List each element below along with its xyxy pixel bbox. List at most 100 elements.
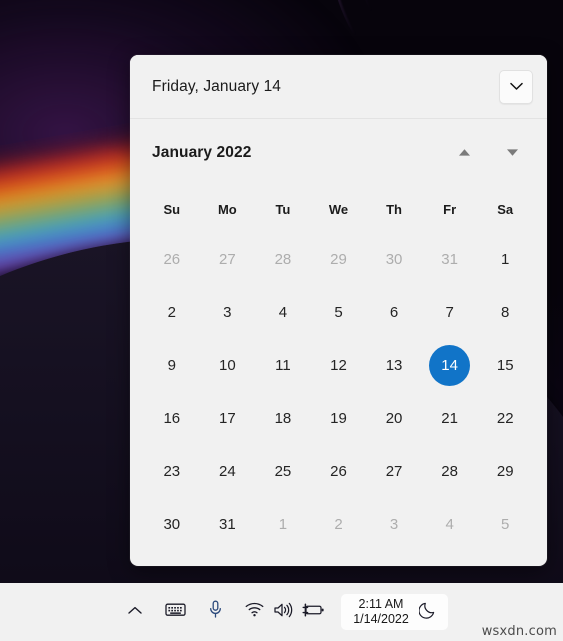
day-button[interactable]: 20 bbox=[374, 398, 415, 439]
calendar-week-row: 9 10 11 12 13 14 15 bbox=[144, 339, 533, 392]
day-cell: 23 bbox=[144, 445, 200, 498]
day-button[interactable]: 3 bbox=[374, 504, 415, 545]
day-cell: 6 bbox=[366, 286, 422, 339]
weekday-fr: Fr bbox=[443, 202, 457, 217]
calendar-week-row: 2345678 bbox=[144, 286, 533, 339]
day-cell: 20 bbox=[366, 392, 422, 445]
day-button[interactable]: 13 bbox=[374, 345, 415, 386]
weekday-th: Th bbox=[386, 202, 402, 217]
previous-month-button[interactable] bbox=[449, 138, 479, 168]
day-cell: 30 bbox=[144, 498, 200, 551]
day-cell: 2 bbox=[144, 286, 200, 339]
day-button[interactable]: 23 bbox=[151, 451, 192, 492]
day-cell: 29 bbox=[311, 233, 367, 286]
day-cell: 22 bbox=[477, 392, 533, 445]
day-cell: 21 bbox=[422, 392, 478, 445]
day-cell: 1 bbox=[477, 233, 533, 286]
day-button[interactable]: 26 bbox=[151, 239, 192, 280]
day-button[interactable]: 5 bbox=[485, 504, 526, 545]
day-button[interactable]: 30 bbox=[374, 239, 415, 280]
clock-button[interactable]: 2:11 AM 1/14/2022 bbox=[341, 593, 448, 631]
day-button[interactable]: 17 bbox=[207, 398, 248, 439]
clock-date: 1/14/2022 bbox=[353, 612, 409, 626]
day-button[interactable]: 3 bbox=[207, 292, 248, 333]
clock-text: 2:11 AM 1/14/2022 bbox=[353, 597, 409, 628]
day-button[interactable]: 16 bbox=[151, 398, 192, 439]
day-button[interactable]: 2 bbox=[151, 292, 192, 333]
day-button[interactable]: 27 bbox=[374, 451, 415, 492]
show-hidden-icons-button[interactable] bbox=[120, 594, 150, 630]
day-cell: 5 bbox=[477, 498, 533, 551]
day-button[interactable]: 30 bbox=[151, 504, 192, 545]
calendar-week-row: 16 17 18 19 20 21 22 bbox=[144, 392, 533, 445]
day-button[interactable]: 5 bbox=[318, 292, 359, 333]
day-button[interactable]: 25 bbox=[262, 451, 303, 492]
day-cell: 27 bbox=[200, 233, 256, 286]
day-button[interactable]: 28 bbox=[429, 451, 470, 492]
day-button[interactable]: 2 bbox=[318, 504, 359, 545]
flyout-header: Friday, January 14 bbox=[130, 55, 547, 119]
day-cell: 17 bbox=[200, 392, 256, 445]
day-button[interactable]: 12 bbox=[318, 345, 359, 386]
calendar-week-row: 23 24 25 26 27 28 29 bbox=[144, 445, 533, 498]
day-button[interactable]: 24 bbox=[207, 451, 248, 492]
weekday-sa: Sa bbox=[497, 202, 514, 217]
caret-down-icon bbox=[506, 144, 519, 162]
day-button[interactable]: 9 bbox=[151, 345, 192, 386]
day-button[interactable]: 1 bbox=[262, 504, 303, 545]
day-cell: 27 bbox=[366, 445, 422, 498]
moon-icon[interactable] bbox=[418, 600, 438, 624]
day-button[interactable]: 10 bbox=[207, 345, 248, 386]
expand-collapse-button[interactable] bbox=[499, 69, 533, 104]
day-cell: 31 bbox=[422, 233, 478, 286]
next-month-button[interactable] bbox=[497, 138, 527, 168]
day-cell: 12 bbox=[311, 339, 367, 392]
day-button[interactable]: 1 bbox=[485, 239, 526, 280]
day-cell: 7 bbox=[422, 286, 478, 339]
day-button[interactable]: 4 bbox=[262, 292, 303, 333]
taskbar: 2:11 AM 1/14/2022 wsxdn.com bbox=[0, 583, 563, 641]
day-button[interactable]: 26 bbox=[318, 451, 359, 492]
touch-keyboard-button[interactable] bbox=[160, 594, 190, 630]
weekday-su: Su bbox=[163, 202, 181, 217]
day-button[interactable]: 22 bbox=[485, 398, 526, 439]
calendar-week-row: 26 27 28 29 30 31 1 bbox=[144, 233, 533, 286]
day-cell: 14 bbox=[422, 339, 478, 392]
day-cell: 28 bbox=[422, 445, 478, 498]
day-button[interactable]: 21 bbox=[429, 398, 470, 439]
day-cell: 16 bbox=[144, 392, 200, 445]
day-button[interactable]: 7 bbox=[429, 292, 470, 333]
keyboard-icon bbox=[165, 602, 186, 622]
calendar-nav-group bbox=[449, 138, 535, 168]
day-button[interactable]: 8 bbox=[485, 292, 526, 333]
battery-charging-icon bbox=[302, 603, 325, 622]
day-button[interactable]: 6 bbox=[374, 292, 415, 333]
day-cell: 18 bbox=[255, 392, 311, 445]
day-button[interactable]: 11 bbox=[262, 345, 303, 386]
day-button[interactable]: 31 bbox=[429, 239, 470, 280]
day-button[interactable]: 4 bbox=[429, 504, 470, 545]
day-cell: 26 bbox=[144, 233, 200, 286]
calendar-flyout: Friday, January 14 January 2022 Su Mo Tu… bbox=[130, 55, 547, 566]
day-button[interactable]: 15 bbox=[485, 345, 526, 386]
day-button[interactable]: 31 bbox=[207, 504, 248, 545]
current-date-title: Friday, January 14 bbox=[152, 77, 282, 95]
day-cell: 15 bbox=[477, 339, 533, 392]
day-button-selected[interactable]: 14 bbox=[429, 345, 471, 386]
day-button[interactable]: 29 bbox=[318, 239, 359, 280]
day-button[interactable]: 28 bbox=[262, 239, 303, 280]
day-cell: 3 bbox=[366, 498, 422, 551]
day-button[interactable]: 27 bbox=[207, 239, 248, 280]
day-button[interactable]: 18 bbox=[262, 398, 303, 439]
day-button[interactable]: 29 bbox=[485, 451, 526, 492]
day-cell: 8 bbox=[477, 286, 533, 339]
wifi-icon bbox=[245, 602, 264, 622]
caret-up-icon bbox=[458, 144, 471, 162]
month-year-label[interactable]: January 2022 bbox=[152, 144, 251, 162]
quick-settings-button[interactable] bbox=[239, 594, 331, 630]
day-button[interactable]: 19 bbox=[318, 398, 359, 439]
day-cell: 24 bbox=[200, 445, 256, 498]
day-cell: 9 bbox=[144, 339, 200, 392]
microphone-button[interactable] bbox=[200, 594, 230, 630]
day-cell: 25 bbox=[255, 445, 311, 498]
